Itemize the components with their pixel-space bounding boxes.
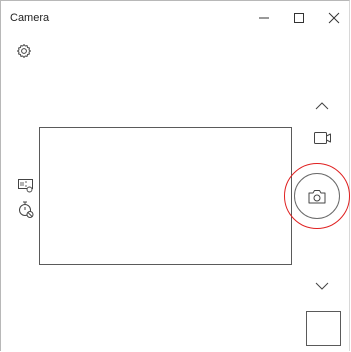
minimize-icon [259,17,269,19]
take-photo-button[interactable] [294,173,340,219]
hdr-icon[interactable] [18,179,34,193]
maximize-icon [294,13,304,23]
window-title: Camera [10,12,50,24]
gear-icon[interactable] [16,43,32,59]
camera-preview [39,127,292,265]
close-button[interactable] [319,5,349,31]
maximize-button[interactable] [284,5,314,31]
gallery-thumbnail[interactable] [306,311,341,346]
timer-icon[interactable] [18,201,34,219]
camera-app-window: Camera [0,0,350,351]
camera-icon [308,189,326,203]
minimize-button[interactable] [249,5,279,31]
video-camera-icon[interactable] [314,131,332,145]
chevron-down-icon[interactable] [315,281,329,291]
chevron-up-icon[interactable] [315,101,329,111]
close-icon [328,12,340,24]
